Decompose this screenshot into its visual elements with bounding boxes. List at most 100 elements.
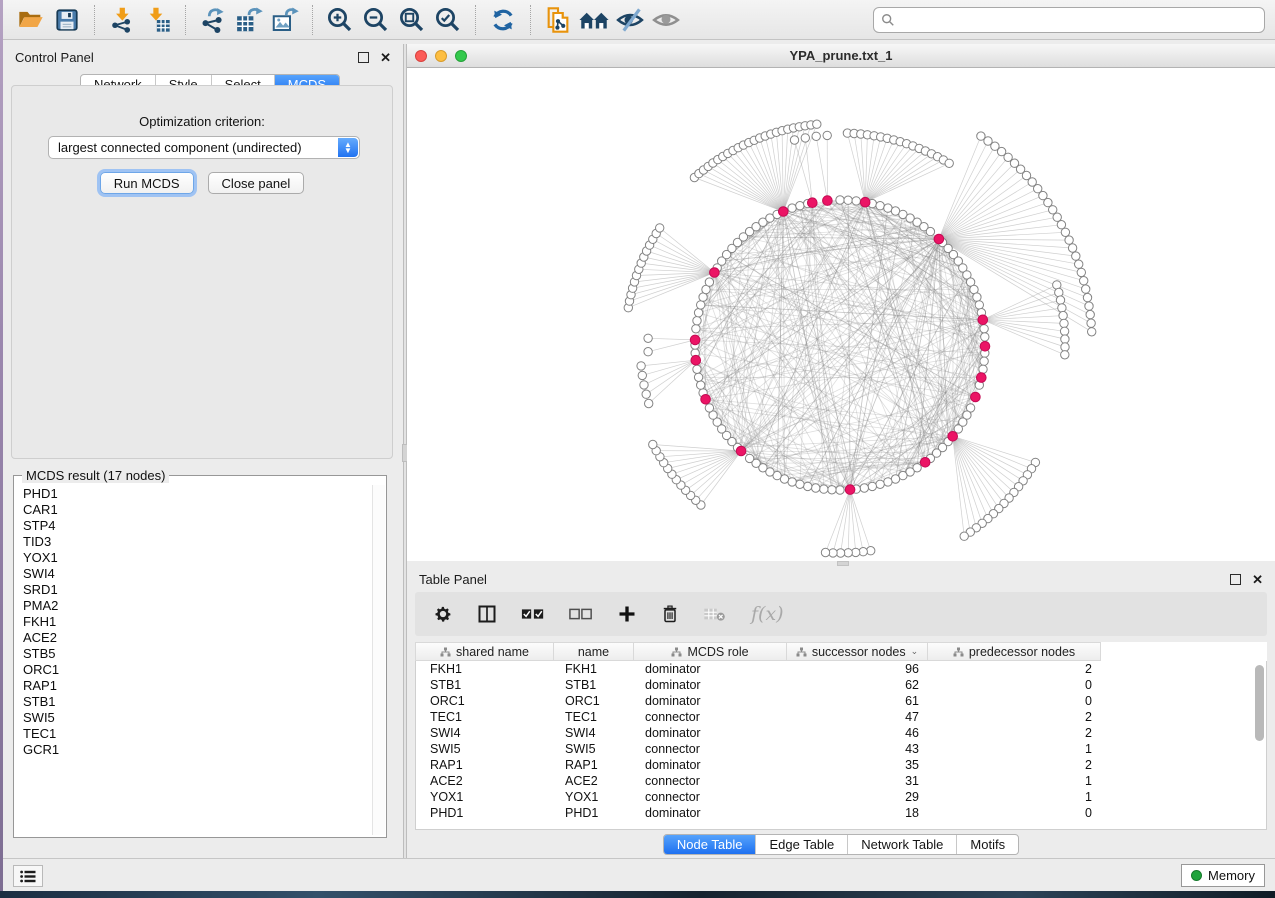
task-history-button[interactable] xyxy=(13,865,43,887)
mcds-result-item[interactable]: TID3 xyxy=(23,534,372,550)
network-view-canvas[interactable] xyxy=(407,68,1275,561)
table-row[interactable]: SWI4SWI4dominator462 xyxy=(416,725,1266,741)
close-panel-icon[interactable]: ✕ xyxy=(380,53,391,62)
column-header-successor-nodes[interactable]: successor nodes⌄ xyxy=(787,642,928,661)
column-tree-icon xyxy=(671,647,682,657)
mcds-result-item[interactable]: PHD1 xyxy=(23,486,372,502)
column-tree-icon xyxy=(796,647,807,657)
mcds-result-item[interactable]: SWI4 xyxy=(23,566,372,582)
create-column-button[interactable] xyxy=(617,601,637,627)
export-table-button[interactable] xyxy=(231,3,267,37)
mcds-result-item[interactable]: TEC1 xyxy=(23,726,372,742)
show-column-panel-button[interactable] xyxy=(477,601,497,627)
zoom-fit-button[interactable] xyxy=(394,3,430,37)
save-icon xyxy=(54,7,80,33)
first-neighbors-button[interactable] xyxy=(576,3,612,37)
mcds-result-item[interactable]: CAR1 xyxy=(23,502,372,518)
column-header-predecessor-nodes[interactable]: predecessor nodes xyxy=(928,642,1101,661)
cell-succ: 47 xyxy=(788,710,929,724)
mcds-result-item[interactable]: STP4 xyxy=(23,518,372,534)
mcds-result-item[interactable]: YOX1 xyxy=(23,550,372,566)
cytoscape-window: Control Panel ✕ NetworkStyleSelectMCDS O… xyxy=(3,0,1275,891)
cell-name: TEC1 xyxy=(555,710,635,724)
plus-icon xyxy=(617,604,637,624)
cell-name: SWI4 xyxy=(555,726,635,740)
export-image-button[interactable] xyxy=(267,3,303,37)
tab-edge-table[interactable]: Edge Table xyxy=(756,835,848,854)
import-table-button[interactable] xyxy=(140,3,176,37)
mcds-result-item[interactable]: RAP1 xyxy=(23,678,372,694)
cell-shared: STB1 xyxy=(416,678,555,692)
float-panel-icon[interactable] xyxy=(358,52,369,63)
mcds-result-item[interactable]: PMA2 xyxy=(23,598,372,614)
zoom-selected-button[interactable] xyxy=(430,3,466,37)
cell-shared: PHD1 xyxy=(416,806,555,820)
table-row[interactable]: PHD1PHD1dominator180 xyxy=(416,805,1266,821)
select-all-columns-button[interactable] xyxy=(521,601,545,627)
table-row[interactable]: ORC1ORC1dominator610 xyxy=(416,693,1266,709)
table-row[interactable]: TEC1TEC1connector472 xyxy=(416,709,1266,725)
mcds-result-item[interactable]: ORC1 xyxy=(23,662,372,678)
network-window-titlebar[interactable]: YPA_prune.txt_1 xyxy=(407,44,1275,68)
cell-name: YOX1 xyxy=(555,790,635,804)
mcds-result-item[interactable]: GCR1 xyxy=(23,742,372,758)
memory-button[interactable]: Memory xyxy=(1181,864,1265,887)
optimization-criterion-label: Optimization criterion: xyxy=(12,114,392,129)
table-row[interactable]: ACE2ACE2connector311 xyxy=(416,773,1266,789)
open-file-button[interactable] xyxy=(13,3,49,37)
table-scrollbar[interactable] xyxy=(1255,665,1264,820)
hide-selected-button[interactable] xyxy=(612,3,648,37)
save-session-button[interactable] xyxy=(49,3,85,37)
apply-preferred-layout-button[interactable] xyxy=(485,3,521,37)
table-row[interactable]: STB1STB1dominator620 xyxy=(416,677,1266,693)
table-row[interactable]: SWI5SWI5connector431 xyxy=(416,741,1266,757)
mcds-result-item[interactable]: STB1 xyxy=(23,694,372,710)
mcds-result-groupbox: MCDS result (17 nodes) PHD1CAR1STP4TID3Y… xyxy=(13,475,387,838)
column-header-name[interactable]: name xyxy=(554,642,634,661)
tab-node-table[interactable]: Node Table xyxy=(664,835,757,854)
clone-network-button[interactable] xyxy=(540,3,576,37)
close-panel-button[interactable]: Close panel xyxy=(208,172,305,194)
mcds-result-item[interactable]: SWI5 xyxy=(23,710,372,726)
cell-pred: 1 xyxy=(929,742,1102,756)
cell-shared: TEC1 xyxy=(416,710,555,724)
cell-pred: 1 xyxy=(929,774,1102,788)
column-header-MCDS-role[interactable]: MCDS role xyxy=(634,642,787,661)
cell-shared: RAP1 xyxy=(416,758,555,772)
delete-table-button[interactable] xyxy=(703,601,727,627)
zoom-out-button[interactable] xyxy=(358,3,394,37)
zoom-in-button[interactable] xyxy=(322,3,358,37)
table-settings-button[interactable] xyxy=(433,601,453,627)
checked-boxes-icon xyxy=(521,606,545,622)
float-panel-icon[interactable] xyxy=(1230,574,1241,585)
table-panel-titlebar: Table Panel ✕ xyxy=(407,566,1275,592)
column-label: predecessor nodes xyxy=(969,645,1075,659)
column-header-shared-name[interactable]: shared name xyxy=(415,642,554,661)
toolbar-separator xyxy=(475,5,476,35)
search-input[interactable] xyxy=(900,11,1257,28)
mcds-result-item[interactable]: FKH1 xyxy=(23,614,372,630)
mcds-list-scrollbar[interactable] xyxy=(372,485,385,835)
table-row[interactable]: FKH1FKH1dominator962 xyxy=(416,661,1266,677)
toolbar-separator xyxy=(94,5,95,35)
close-panel-icon[interactable]: ✕ xyxy=(1252,575,1263,584)
table-row[interactable]: YOX1YOX1connector291 xyxy=(416,789,1266,805)
tab-network-table[interactable]: Network Table xyxy=(848,835,957,854)
table-row[interactable]: RAP1RAP1dominator352 xyxy=(416,757,1266,773)
export-network-button[interactable] xyxy=(195,3,231,37)
import-network-button[interactable] xyxy=(104,3,140,37)
deselect-all-columns-button[interactable] xyxy=(569,601,593,627)
table-scrollbar-thumb[interactable] xyxy=(1255,665,1264,741)
mcds-result-item[interactable]: STB5 xyxy=(23,646,372,662)
run-mcds-button[interactable]: Run MCDS xyxy=(100,172,194,194)
search-box[interactable] xyxy=(873,7,1265,33)
tab-motifs[interactable]: Motifs xyxy=(957,835,1018,854)
open-folder-icon xyxy=(17,6,45,34)
function-builder-button[interactable]: f(x) xyxy=(751,601,784,627)
mcds-result-item[interactable]: ACE2 xyxy=(23,630,372,646)
optimization-criterion-dropdown[interactable]: largest connected component (undirected)… xyxy=(48,136,360,159)
mcds-result-item[interactable]: SRD1 xyxy=(23,582,372,598)
show-all-button[interactable] xyxy=(648,3,684,37)
delete-column-button[interactable] xyxy=(661,601,679,627)
mcds-result-list[interactable]: PHD1CAR1STP4TID3YOX1SWI4SRD1PMA2FKH1ACE2… xyxy=(15,486,372,835)
